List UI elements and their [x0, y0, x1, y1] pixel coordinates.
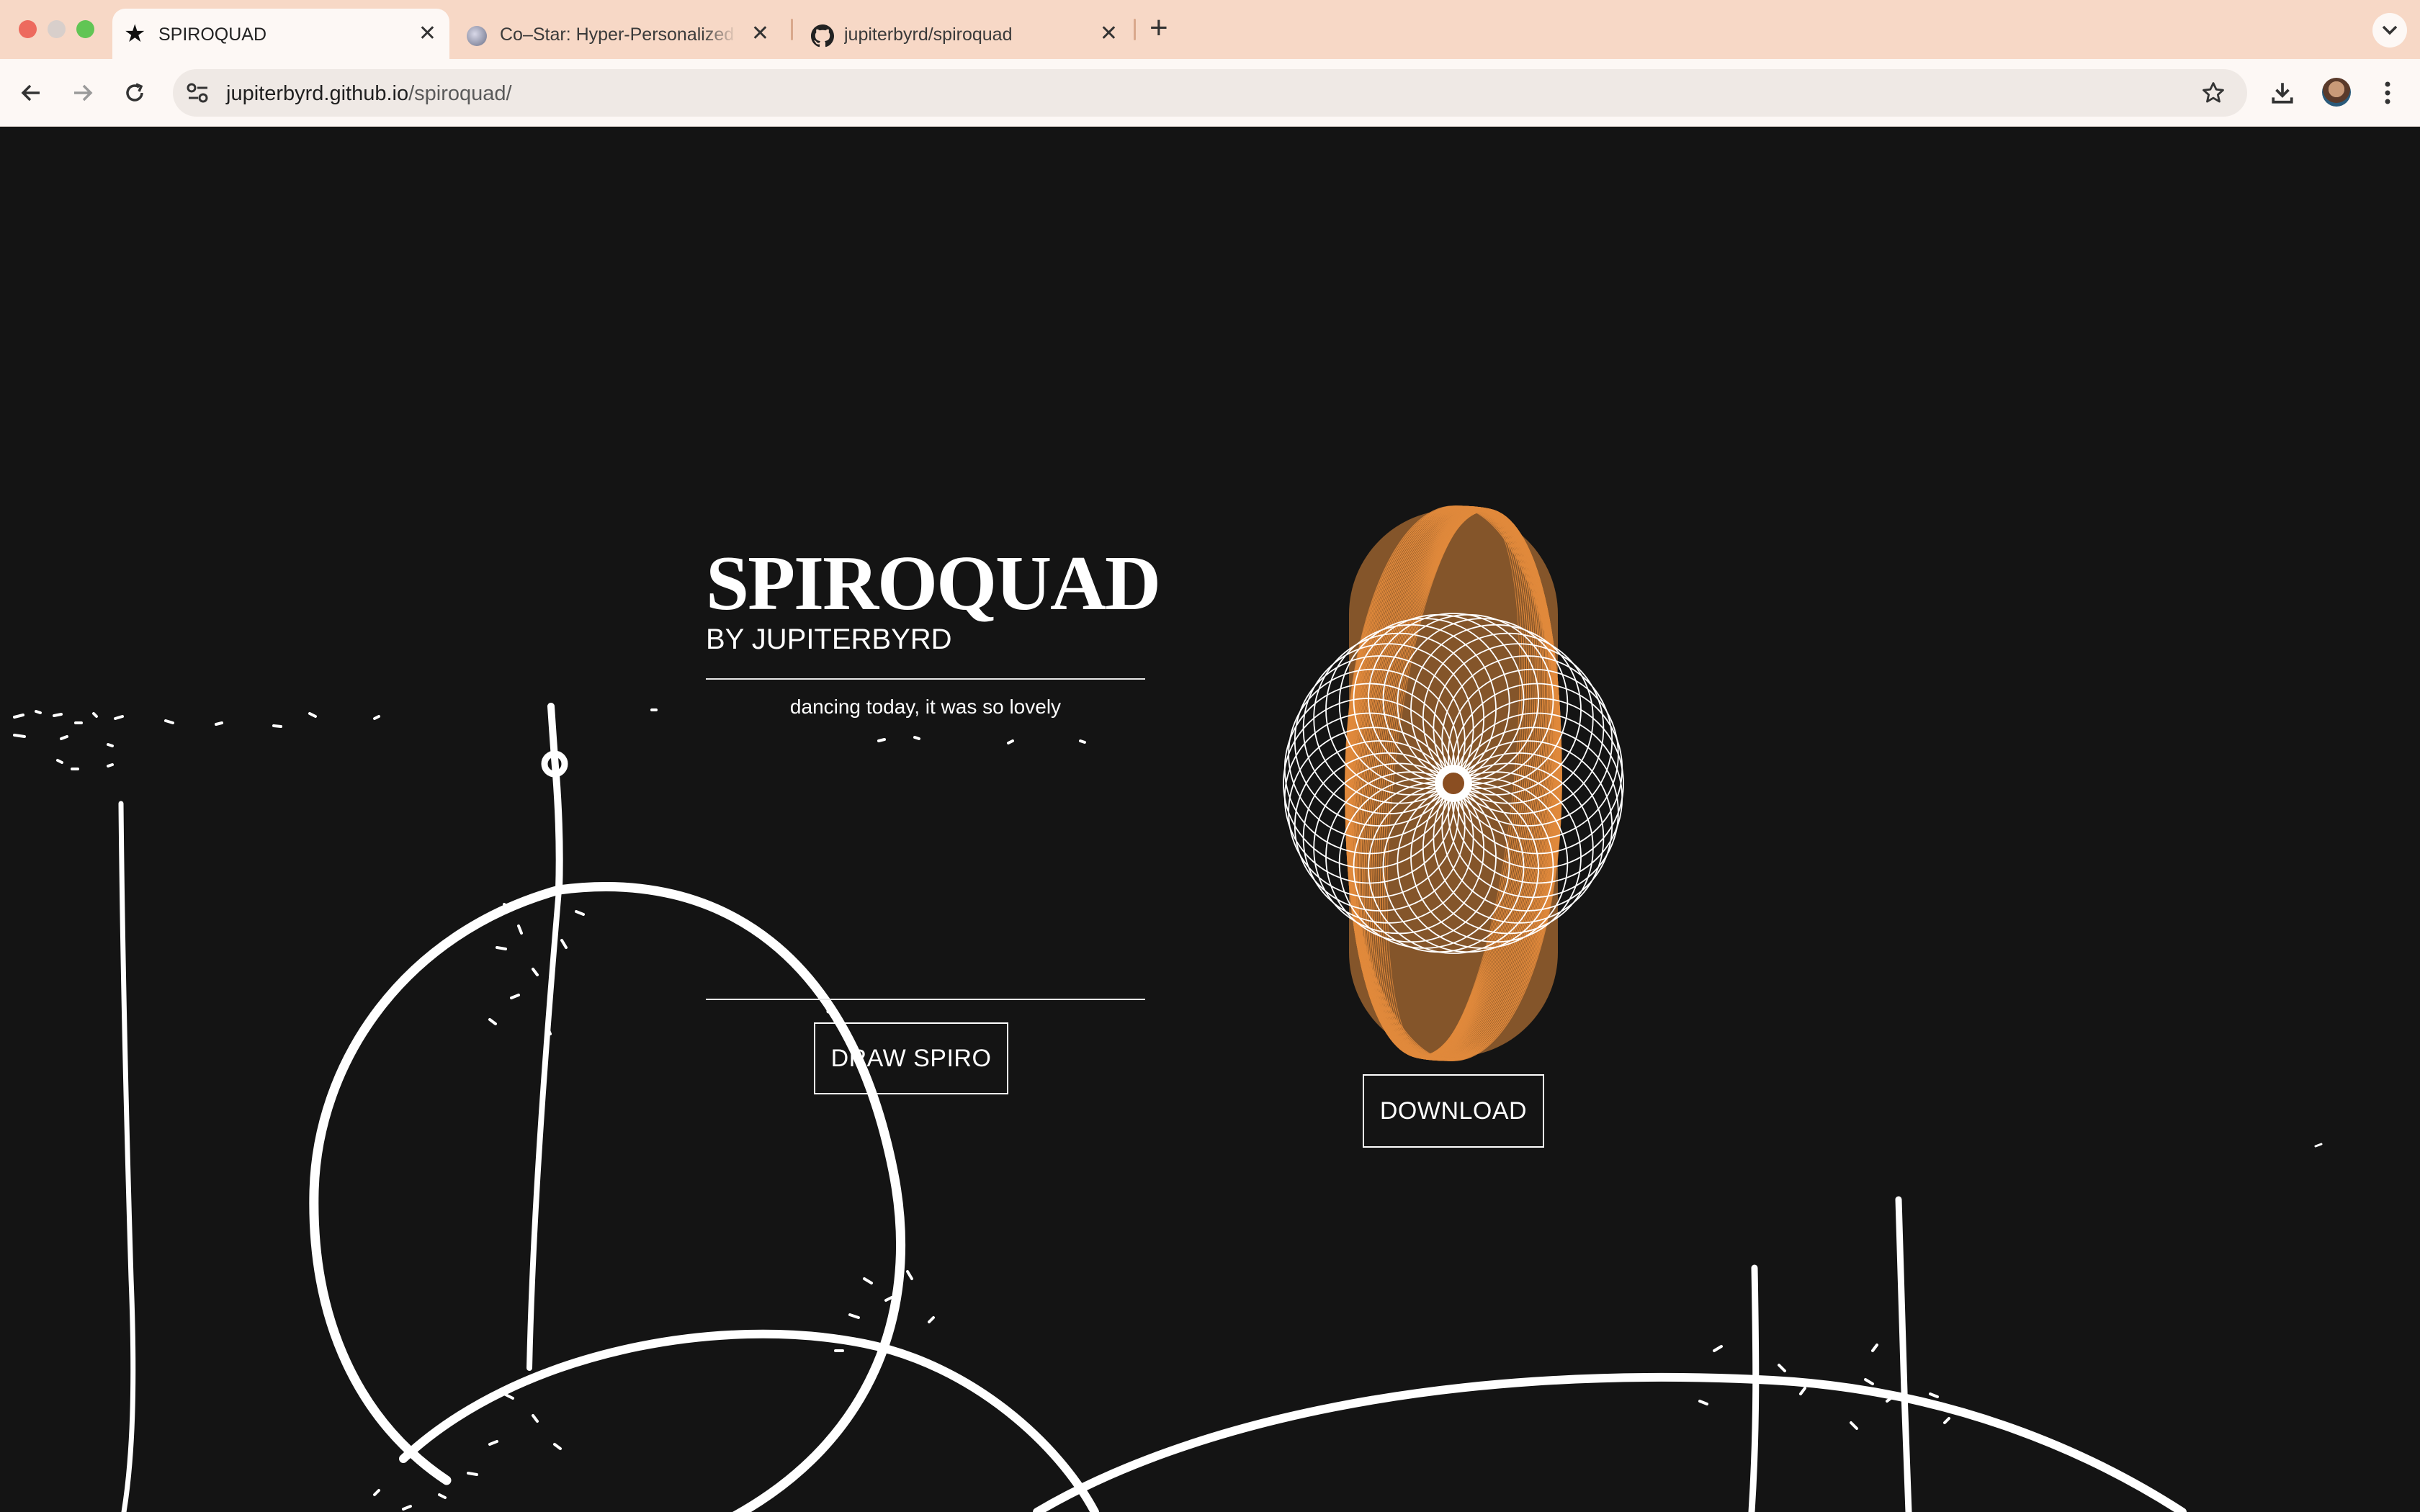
- spiro-center-dot: [1443, 773, 1464, 794]
- forward-button[interactable]: [65, 75, 101, 111]
- tab-title: jupiterbyrd/spiroquad: [844, 24, 1013, 45]
- url-text: jupiterbyrd.github.io/spiroquad/: [226, 82, 512, 106]
- tab-title: SPIROQUAD: [158, 24, 267, 45]
- tab-strip: ★ SPIROQUAD ✕ Co–Star: Hyper-Personalize…: [0, 0, 2420, 59]
- right-spire-2: [1895, 1196, 1912, 1512]
- kebab-menu-icon: [2385, 81, 2390, 104]
- url-host: jupiterbyrd.github.io: [226, 82, 409, 105]
- browser-toolbar: jupiterbyrd.github.io/spiroquad/: [0, 59, 2420, 127]
- reload-button[interactable]: [117, 75, 153, 111]
- chevron-down-icon: [2382, 25, 2398, 35]
- url-path: /spiroquad/: [408, 82, 512, 105]
- tab-title: Co–Star: Hyper-Personalized: [500, 24, 735, 45]
- tagline: dancing today, it was so lovely: [789, 696, 1062, 718]
- new-tab-button[interactable]: +: [1150, 10, 1168, 46]
- back-button[interactable]: [13, 75, 49, 111]
- minimize-window-button[interactable]: [48, 20, 66, 38]
- large-loop: [309, 882, 906, 1512]
- title-block: SPIROQUAD BY JUPITERBYRD: [706, 541, 1161, 656]
- back-arrow-icon: [21, 84, 40, 102]
- tab-separator: [1134, 19, 1136, 40]
- download-icon: [2272, 83, 2293, 104]
- address-bar[interactable]: jupiterbyrd.github.io/spiroquad/: [173, 69, 2247, 117]
- costar-favicon-icon: [467, 26, 487, 46]
- divider-top: [706, 678, 1145, 680]
- menu-button[interactable]: [2370, 75, 2406, 111]
- divider-bottom: [706, 999, 1145, 1000]
- page-byline: BY JUPITERBYRD: [706, 624, 952, 655]
- tab-spiroquad[interactable]: ★ SPIROQUAD ✕: [112, 9, 449, 59]
- page-title: SPIROQUAD: [706, 541, 1161, 626]
- downloads-button[interactable]: [2264, 75, 2300, 111]
- draw-spiro-button[interactable]: DRAW SPIRO: [814, 1022, 1008, 1094]
- forward-arrow-icon: [74, 84, 93, 102]
- inner-stroke: [526, 887, 562, 1371]
- maximize-window-button[interactable]: [76, 20, 94, 38]
- close-window-button[interactable]: [19, 20, 37, 38]
- right-spire-1: [1748, 1264, 1760, 1512]
- sweeping-line: [1033, 1372, 2187, 1512]
- download-button[interactable]: DOWNLOAD: [1363, 1074, 1544, 1148]
- left-vertical-line: [118, 801, 136, 1512]
- tab-costar[interactable]: Co–Star: Hyper-Personalized ✕: [458, 9, 782, 59]
- github-icon: [811, 24, 834, 48]
- spire-stem: [547, 703, 563, 894]
- page-viewport: SPIROQUAD BY JUPITERBYRD dancing today, …: [0, 127, 2420, 1512]
- tab-separator: [791, 19, 793, 40]
- background-line-art: [13, 703, 2323, 1512]
- profile-avatar[interactable]: [2322, 78, 2351, 107]
- spirograph-artwork: [1283, 505, 1624, 1061]
- tab-search-button[interactable]: [2372, 13, 2407, 48]
- close-tab-icon[interactable]: ✕: [418, 23, 436, 45]
- lower-loop: [399, 1329, 1099, 1512]
- star-icon: ★: [124, 20, 146, 48]
- splatter-clusters: [373, 903, 1950, 1511]
- site-settings-icon[interactable]: [186, 82, 210, 104]
- close-tab-icon[interactable]: ✕: [751, 23, 769, 45]
- tab-github[interactable]: jupiterbyrd/spiroquad ✕: [799, 9, 1131, 59]
- close-tab-icon[interactable]: ✕: [1100, 23, 1118, 45]
- bookmark-star-icon[interactable]: [2201, 81, 2226, 105]
- reload-icon: [126, 83, 143, 102]
